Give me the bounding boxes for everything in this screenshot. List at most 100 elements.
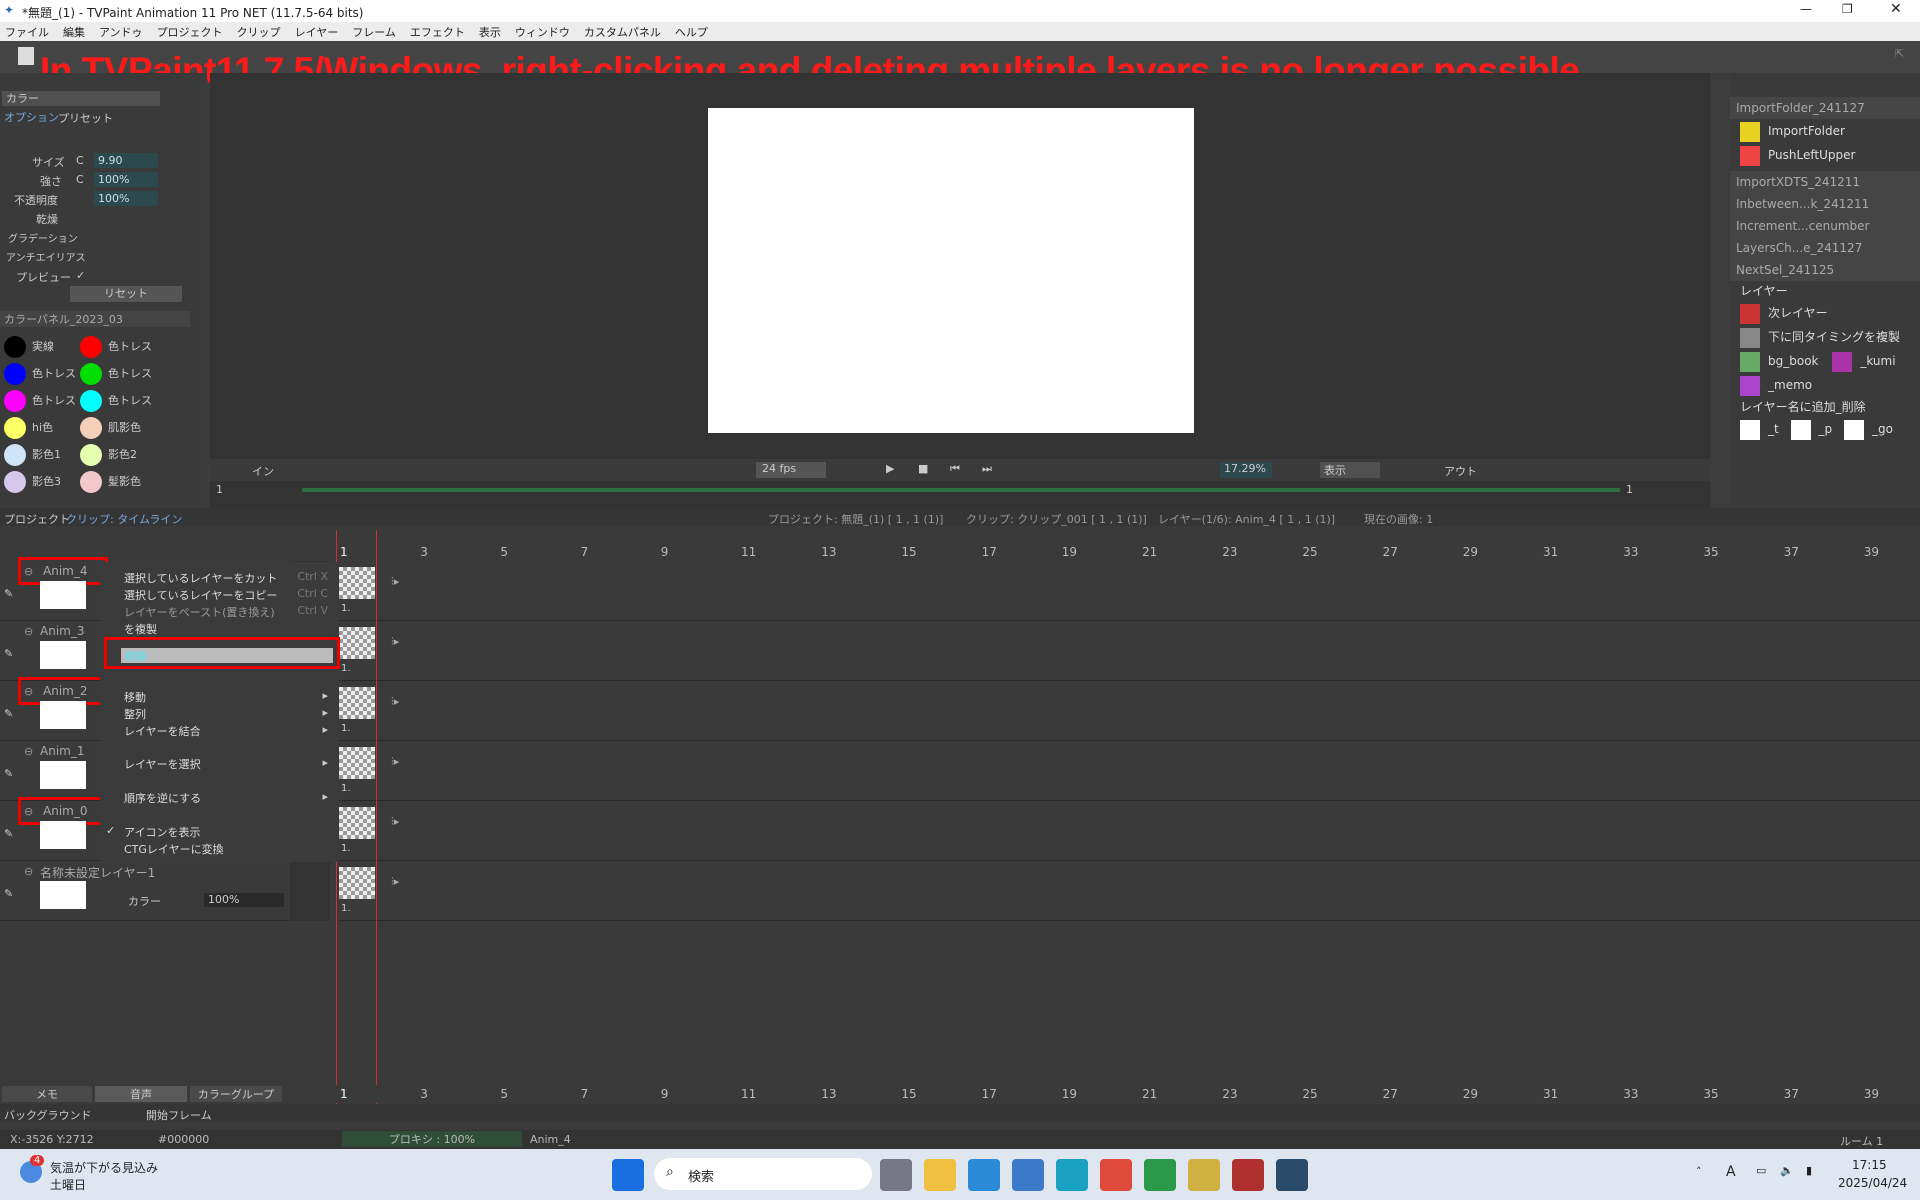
app-icon-yellow[interactable] xyxy=(1188,1159,1220,1191)
size-c[interactable]: C xyxy=(76,154,84,167)
store-icon[interactable] xyxy=(1012,1159,1044,1191)
layer-thumbnail[interactable] xyxy=(40,641,86,669)
visibility-icon[interactable]: ⊖ xyxy=(24,745,33,758)
btn-pushleftupper[interactable]: PushLeftUpper xyxy=(1730,143,1920,167)
pencil-icon[interactable]: ✎ xyxy=(4,887,13,900)
tab-memo[interactable]: メモ xyxy=(2,1086,92,1102)
menu-view[interactable]: 表示 xyxy=(474,22,510,41)
layer-frames[interactable]: 1. ⫶▸ xyxy=(339,561,1920,621)
menu-convert-ctg[interactable]: CTGレイヤーに変換 xyxy=(124,841,224,857)
tab-options[interactable]: オプション xyxy=(4,109,59,125)
layer-frames[interactable]: 1. ⫶▸ xyxy=(339,861,1920,921)
tab-preset[interactable]: プリセット xyxy=(58,110,113,126)
excel-icon[interactable] xyxy=(1232,1159,1264,1191)
preview-check-icon[interactable]: ✓ xyxy=(76,269,85,282)
color-swatch[interactable]: 色トレス xyxy=(4,390,76,412)
menu-cut-layer[interactable]: 選択しているレイヤーをカット xyxy=(124,570,277,586)
new-file-icon[interactable] xyxy=(18,47,34,65)
btn-next-layer[interactable]: 次レイヤー xyxy=(1730,301,1920,325)
menu-align[interactable]: 整列 xyxy=(124,706,146,722)
visibility-icon[interactable]: ⊖ xyxy=(24,625,33,638)
hold-icon[interactable]: ⫶▸ xyxy=(391,815,399,829)
layer-frames[interactable]: 1. ⫶▸ xyxy=(339,741,1920,801)
pencil-icon[interactable]: ✎ xyxy=(4,707,13,720)
drawing-canvas[interactable] xyxy=(708,108,1194,433)
tvpaint-icon[interactable] xyxy=(1276,1159,1308,1191)
size-field[interactable]: 9.90 xyxy=(94,153,158,168)
group-layer[interactable]: レイヤー xyxy=(1730,281,1920,301)
menu-window[interactable]: ウィンドウ xyxy=(510,22,579,41)
strength-c[interactable]: C xyxy=(76,173,84,186)
tab-clip-timeline[interactable]: クリップ: タイムライン xyxy=(66,511,182,527)
layer-opacity-field[interactable]: 100% xyxy=(204,893,284,907)
network-icon[interactable]: ▭ xyxy=(1756,1164,1766,1177)
layer-name[interactable]: Anim_1 xyxy=(40,744,84,758)
chrome-icon[interactable] xyxy=(1100,1159,1132,1191)
ime-indicator[interactable]: A xyxy=(1726,1164,1736,1180)
preset-select[interactable]: カラー xyxy=(2,91,160,106)
color-swatch[interactable]: 色トレス xyxy=(4,363,76,385)
start-icon[interactable] xyxy=(612,1159,644,1191)
menu-duplicate[interactable]: を複製 xyxy=(124,621,157,637)
menu-project[interactable]: プロジェクト xyxy=(152,22,232,41)
strength-field[interactable]: 100% xyxy=(94,172,158,187)
layer-name[interactable]: Anim_3 xyxy=(40,624,84,638)
color-swatch[interactable]: 髪影色 xyxy=(80,471,141,493)
out-frame[interactable]: 1 xyxy=(1626,483,1633,496)
panel-inbetween[interactable]: Inbetween...k_241211 xyxy=(1730,193,1920,215)
menu-effect[interactable]: エフェクト xyxy=(405,22,474,41)
range-slider[interactable] xyxy=(302,488,1620,492)
in-frame[interactable]: 1 xyxy=(216,483,223,496)
btn-bg-book[interactable]: bg_book _kumi xyxy=(1730,349,1920,373)
menu-merge[interactable]: レイヤーを結合 xyxy=(124,723,201,739)
hold-icon[interactable]: ⫶▸ xyxy=(391,695,399,709)
color-swatch[interactable]: 色トレス xyxy=(80,363,152,385)
maximize-icon[interactable]: ❐ xyxy=(1842,2,1853,16)
tray-chevron-icon[interactable]: ˄ xyxy=(1696,1165,1702,1178)
background-select[interactable]: バックグラウンド xyxy=(4,1107,92,1123)
explorer-icon[interactable] xyxy=(924,1159,956,1191)
hold-icon[interactable]: ⫶▸ xyxy=(391,635,399,649)
menu-edit[interactable]: 編集 xyxy=(58,22,94,41)
menu-paste-layer[interactable]: レイヤーをペースト(置き換え) xyxy=(124,604,275,620)
layer-thumbnail[interactable] xyxy=(40,821,86,849)
last-frame-icon[interactable]: ⏭ xyxy=(982,462,992,476)
play-icon[interactable]: ▶ xyxy=(886,462,894,475)
menu-reverse-order[interactable]: 順序を逆にする xyxy=(124,790,201,806)
menu-move[interactable]: 移動 xyxy=(124,689,146,705)
menu-clip[interactable]: クリップ xyxy=(232,22,290,41)
first-frame-icon[interactable]: ⏮ xyxy=(950,462,960,476)
search-box[interactable]: ⌕ 検索 xyxy=(654,1158,872,1190)
task-view-icon[interactable] xyxy=(880,1159,912,1191)
expand-icon[interactable]: ⇱ xyxy=(1895,47,1904,60)
layer-frames[interactable]: 1. ⫶▸ xyxy=(339,801,1920,861)
volume-icon[interactable]: 🔈 xyxy=(1780,1164,1794,1177)
color-swatch[interactable]: 実線 xyxy=(4,336,54,358)
room-select[interactable]: ルーム 1 xyxy=(1840,1133,1883,1149)
menu-help[interactable]: ヘルプ xyxy=(670,22,717,41)
tab-project[interactable]: プロジェクト xyxy=(4,511,70,527)
layer-thumbnail[interactable] xyxy=(40,701,86,729)
layer-frames[interactable]: 1. ⫶▸ xyxy=(339,681,1920,741)
menu-undo[interactable]: アンドゥ xyxy=(94,22,152,41)
help-icon[interactable] xyxy=(968,1159,1000,1191)
battery-icon[interactable]: ▮ xyxy=(1806,1164,1812,1177)
tab-color-group[interactable]: カラーグループ xyxy=(190,1086,282,1102)
hold-icon[interactable]: ⫶▸ xyxy=(391,755,399,769)
menu-select-layer[interactable]: レイヤーを選択 xyxy=(124,756,201,772)
reset-button[interactable]: リセット xyxy=(70,286,182,302)
btn-name-suffix[interactable]: _t _p _go xyxy=(1730,417,1920,441)
menu-frame[interactable]: フレーム xyxy=(347,22,405,41)
close-icon[interactable]: ✕ xyxy=(1890,1,1902,17)
display-select[interactable]: 表示 xyxy=(1320,462,1380,478)
layer-thumbnail[interactable] xyxy=(40,761,86,789)
hold-icon[interactable]: ⫶▸ xyxy=(391,875,399,889)
menu-delete[interactable]: 削除 xyxy=(121,648,333,663)
color-swatch[interactable]: hi色 xyxy=(4,417,53,439)
pencil-icon[interactable]: ✎ xyxy=(4,767,13,780)
layer-row[interactable]: ✎ ⊖ 名称未設定レイヤー1 カラー 100% xyxy=(0,861,330,921)
btn-memo[interactable]: _memo xyxy=(1730,373,1920,397)
panel-increment[interactable]: Increment...cenumber xyxy=(1730,215,1920,237)
menu-copy-layer[interactable]: 選択しているレイヤーをコピー xyxy=(124,587,277,603)
hold-icon[interactable]: ⫶▸ xyxy=(391,575,399,589)
